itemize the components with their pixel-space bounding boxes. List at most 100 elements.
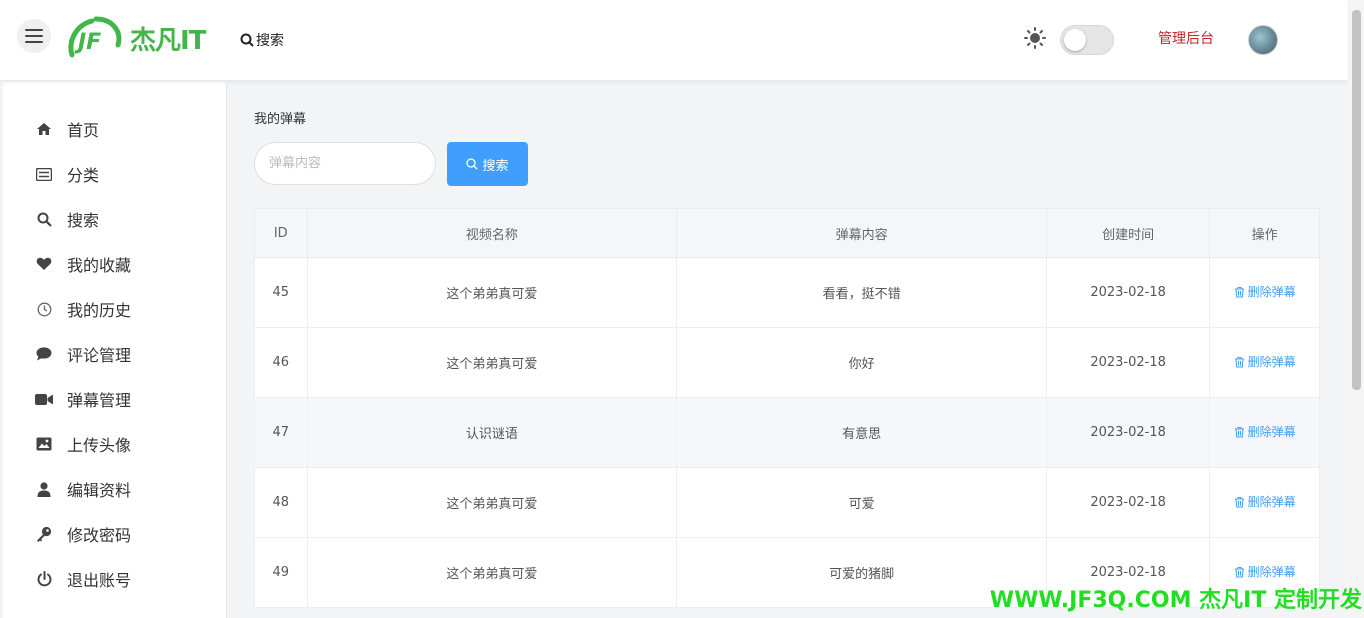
sidebar-item-danmaku[interactable]: 弹幕管理 <box>33 384 131 414</box>
cell-video-name[interactable]: 这个弟弟真可爱 <box>306 467 678 538</box>
sidebar-item-label: 我的收藏 <box>67 256 132 275</box>
sidebar-item-label: 修改密码 <box>67 526 132 545</box>
delete-label: 删除弹幕 <box>1247 425 1296 440</box>
top-header: JF 杰凡IT 搜索 管理后台 <box>0 0 1348 80</box>
danmaku-table: ID 视频名称 弹幕内容 创建时间 操作 45 这个弟弟真可爱 看看，挺不错 2… <box>254 208 1320 608</box>
svg-text:JF: JF <box>74 30 101 55</box>
delete-danmaku-button[interactable]: 删除弹幕 <box>1234 563 1296 580</box>
column-header-video[interactable]: 视频名称 <box>306 208 678 258</box>
cell-id: 49 <box>254 537 308 608</box>
hamburger-line <box>25 35 43 37</box>
trash-icon <box>1234 566 1244 578</box>
cell-actions: 删除弹幕 <box>1209 397 1320 468</box>
menu-toggle-button[interactable] <box>17 19 51 53</box>
delete-danmaku-button[interactable]: 删除弹幕 <box>1234 353 1296 370</box>
search-icon <box>240 33 254 47</box>
table-header-row: ID 视频名称 弹幕内容 创建时间 操作 <box>254 208 1320 258</box>
cell-actions: 删除弹幕 <box>1209 327 1320 398</box>
page-title: 我的弹幕 <box>254 112 307 127</box>
cell-video-name[interactable]: 认识谜语 <box>306 397 678 468</box>
sidebar-item-label: 评论管理 <box>67 346 132 365</box>
key-icon <box>33 523 55 545</box>
sidebar-item-comments[interactable]: 评论管理 <box>33 339 131 369</box>
sidebar-item-search[interactable]: 搜索 <box>33 204 99 234</box>
search-icon <box>466 158 479 170</box>
column-header-id[interactable]: ID <box>254 208 308 258</box>
delete-danmaku-button[interactable]: 删除弹幕 <box>1234 493 1296 510</box>
delete-danmaku-button[interactable]: 删除弹幕 <box>1234 423 1296 440</box>
trash-icon <box>1234 496 1244 508</box>
home-icon <box>33 118 55 140</box>
column-header-actions: 操作 <box>1209 208 1320 258</box>
table-row: 45 这个弟弟真可爱 看看，挺不错 2023-02-18 删除弹幕 <box>254 257 1320 328</box>
heart-icon <box>33 253 55 275</box>
video-icon <box>33 388 55 410</box>
comment-icon <box>33 343 55 365</box>
sidebar-item-edit-profile[interactable]: 编辑资料 <box>33 474 131 504</box>
sidebar: 首页 分类 搜索 我的收藏 我的历史 评论管理 弹幕管理 上传头像 编辑资料 修… <box>3 82 227 618</box>
cell-video-name[interactable]: 这个弟弟真可爱 <box>306 537 678 608</box>
sun-icon[interactable] <box>1024 27 1046 49</box>
sidebar-item-change-password[interactable]: 修改密码 <box>33 519 131 549</box>
cell-content: 有意思 <box>676 397 1048 468</box>
delete-label: 删除弹幕 <box>1247 565 1296 580</box>
sidebar-item-favorites[interactable]: 我的收藏 <box>33 249 131 279</box>
table-row: 46 这个弟弟真可爱 你好 2023-02-18 删除弹幕 <box>254 327 1320 398</box>
search-button[interactable]: 搜索 <box>447 142 528 186</box>
cell-id: 48 <box>254 467 308 538</box>
search-icon <box>33 208 55 230</box>
cell-id: 47 <box>254 397 308 468</box>
avatar[interactable] <box>1248 25 1278 55</box>
user-icon <box>33 478 55 500</box>
trash-icon <box>1234 356 1244 368</box>
delete-danmaku-button[interactable]: 删除弹幕 <box>1234 283 1296 300</box>
power-icon <box>33 568 55 590</box>
column-header-content[interactable]: 弹幕内容 <box>676 208 1048 258</box>
header-search-label: 搜索 <box>256 33 284 49</box>
delete-label: 删除弹幕 <box>1247 285 1296 300</box>
cell-time: 2023-02-18 <box>1046 327 1211 398</box>
cell-id: 45 <box>254 257 308 328</box>
watermark-text: WWW.JF3Q.COM 杰凡IT 定制开发 <box>989 588 1362 613</box>
sidebar-item-home[interactable]: 首页 <box>33 114 99 144</box>
table-row: 48 这个弟弟真可爱 可爱 2023-02-18 删除弹幕 <box>254 467 1320 538</box>
clock-icon <box>33 298 55 320</box>
sidebar-item-label: 我的历史 <box>67 301 132 320</box>
main-content: 我的弹幕 搜索 ID 视频名称 弹幕内容 创建时间 操作 45 这个弟弟真可爱 … <box>227 80 1348 618</box>
sidebar-item-upload-avatar[interactable]: 上传头像 <box>33 429 131 459</box>
sidebar-item-label: 搜索 <box>67 211 100 230</box>
delete-label: 删除弹幕 <box>1247 355 1296 370</box>
search-button-label: 搜索 <box>482 158 509 174</box>
toggle-knob <box>1064 29 1086 51</box>
cell-video-name[interactable]: 这个弟弟真可爱 <box>306 257 678 328</box>
sidebar-item-label: 上传头像 <box>67 436 132 455</box>
hamburger-line <box>25 41 43 43</box>
table-row: 47 认识谜语 有意思 2023-02-18 删除弹幕 <box>254 397 1320 468</box>
header-search-link[interactable]: 搜索 <box>240 30 284 50</box>
page-scrollbar[interactable] <box>1349 0 1364 618</box>
cell-time: 2023-02-18 <box>1046 467 1211 538</box>
list-icon <box>33 163 55 185</box>
dark-mode-toggle[interactable] <box>1060 25 1114 55</box>
scrollbar-thumb[interactable] <box>1352 10 1361 390</box>
sidebar-item-label: 编辑资料 <box>67 481 132 500</box>
cell-time: 2023-02-18 <box>1046 397 1211 468</box>
sidebar-item-logout[interactable]: 退出账号 <box>33 564 131 594</box>
cell-video-name[interactable]: 这个弟弟真可爱 <box>306 327 678 398</box>
danmaku-search-input[interactable] <box>254 142 436 185</box>
column-header-time[interactable]: 创建时间 <box>1046 208 1211 258</box>
cell-id: 46 <box>254 327 308 398</box>
admin-link[interactable]: 管理后台 <box>1158 28 1214 48</box>
sidebar-item-label: 首页 <box>67 121 100 140</box>
hamburger-line <box>25 29 43 31</box>
cell-actions: 删除弹幕 <box>1209 257 1320 328</box>
cell-content: 你好 <box>676 327 1048 398</box>
cell-actions: 删除弹幕 <box>1209 467 1320 538</box>
trash-icon <box>1234 426 1244 438</box>
sidebar-item-label: 分类 <box>67 166 100 185</box>
site-logo[interactable]: JF 杰凡IT <box>66 14 206 62</box>
trash-icon <box>1234 286 1244 298</box>
cell-time: 2023-02-18 <box>1046 257 1211 328</box>
sidebar-item-history[interactable]: 我的历史 <box>33 294 131 324</box>
sidebar-item-category[interactable]: 分类 <box>33 159 99 189</box>
